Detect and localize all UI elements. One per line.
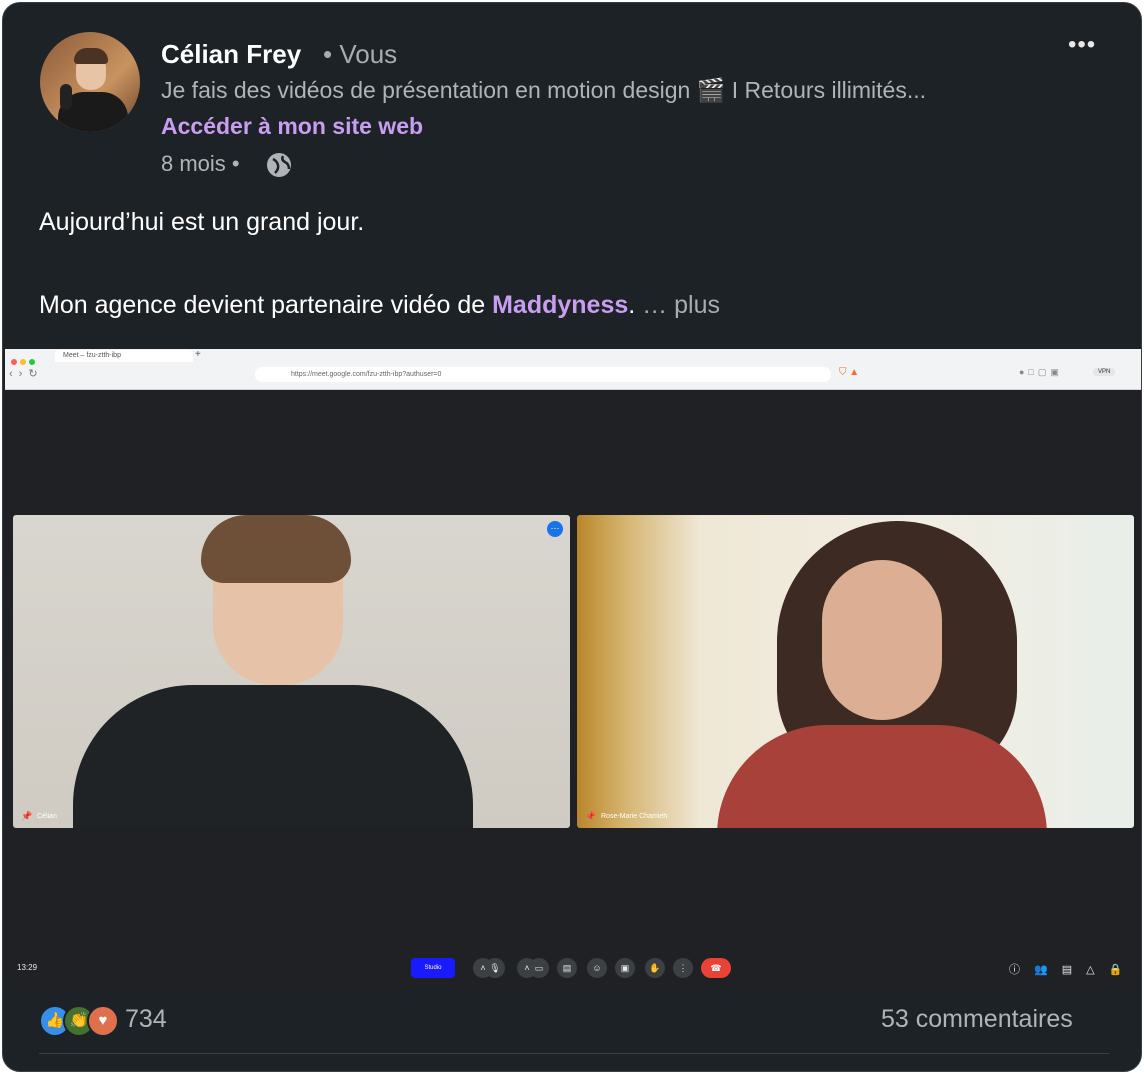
post-card: Célian Frey • Vous ••• Je fais des vidéo… (2, 2, 1142, 1072)
avatar-hair (74, 48, 108, 64)
meeting-clock: 13:29 (17, 963, 38, 972)
nav-arrows-icon: ‹›↻ (9, 368, 44, 380)
pin-icon: 📌 (21, 811, 33, 821)
video-tile-2: 📌 Rose-Marie Chamieh (577, 515, 1134, 828)
camera-icon: ▭ (529, 958, 549, 978)
zoom-dot-icon (29, 359, 35, 365)
captions-icon: ▤ (557, 958, 577, 978)
minimize-dot-icon (20, 359, 26, 365)
new-tab-icon: + (195, 349, 201, 360)
author-headline: Je fais des vidéos de présentation en mo… (161, 77, 927, 103)
post-text-prefix: Mon agence devient partenaire vidéo de (39, 291, 493, 319)
raise-hand-icon: ✋ (645, 958, 665, 978)
browser-chrome: Meet – fzu-ztth-ibp + ‹›↻ https://meet.g… (5, 349, 1141, 390)
emoji-icon: ☺ (587, 958, 607, 978)
browser-tab: Meet – fzu-ztth-ibp (55, 350, 193, 362)
meeting-side-icons: ⓘ👥▤△🔒 (1009, 964, 1137, 976)
tile2-name: Rose-Marie Chamieh (601, 813, 668, 820)
participant1-body (73, 685, 473, 828)
participant2-face (822, 560, 942, 720)
reaction-count[interactable]: 734 (125, 1005, 167, 1034)
brave-shield-icon: ⛉ ▲ (839, 367, 860, 378)
more-options-icon: ⋮ (673, 958, 693, 978)
post-age: 8 mois • (161, 151, 240, 176)
tile1-name: Célian (37, 813, 57, 820)
video-tile-1: ⋯ 📌 Célian (13, 515, 570, 828)
studio-button: Studio (411, 958, 455, 978)
love-icon: ♥ (87, 1005, 119, 1037)
avatar-microphone (60, 84, 72, 110)
author-relation: • Vous (323, 39, 398, 69)
author-name[interactable]: Célian Frey (161, 39, 301, 70)
post-image[interactable]: Meet – fzu-ztth-ibp + ‹›↻ https://meet.g… (5, 349, 1141, 989)
footer-divider (39, 1053, 1109, 1054)
post-text-line2: Mon agence devient partenaire vidéo de M… (39, 291, 720, 320)
comments-count[interactable]: 53 commentaires (881, 1005, 1073, 1034)
pin-icon: 📌 (585, 811, 597, 821)
globe-icon (267, 153, 291, 177)
website-link[interactable]: Accéder à mon site web (161, 113, 423, 140)
microphone-icon: 🎙 (485, 958, 505, 978)
post-text-line1: Aujourd’hui est un grand jour. (39, 208, 365, 236)
address-bar: https://meet.google.com/fzu-ztth-ibp?aut… (255, 367, 831, 382)
present-icon: ▣ (615, 958, 635, 978)
browser-extension-icons: ●□▢▣ (1019, 367, 1063, 377)
more-options-icon[interactable]: ••• (1068, 31, 1096, 59)
author-avatar[interactable] (40, 32, 140, 132)
mention-link[interactable]: Maddyness (492, 291, 628, 319)
end-call-icon: ☎ (701, 958, 731, 978)
reaction-icons[interactable]: 👍 👏 ♥ (39, 1005, 119, 1037)
participant1-hair (201, 515, 351, 583)
vpn-badge: VPN (1093, 368, 1116, 376)
post-text-suffix: . (628, 291, 636, 319)
close-dot-icon (11, 359, 17, 365)
tile-options-icon: ⋯ (547, 521, 563, 537)
see-more-link[interactable]: … plus (642, 291, 720, 319)
